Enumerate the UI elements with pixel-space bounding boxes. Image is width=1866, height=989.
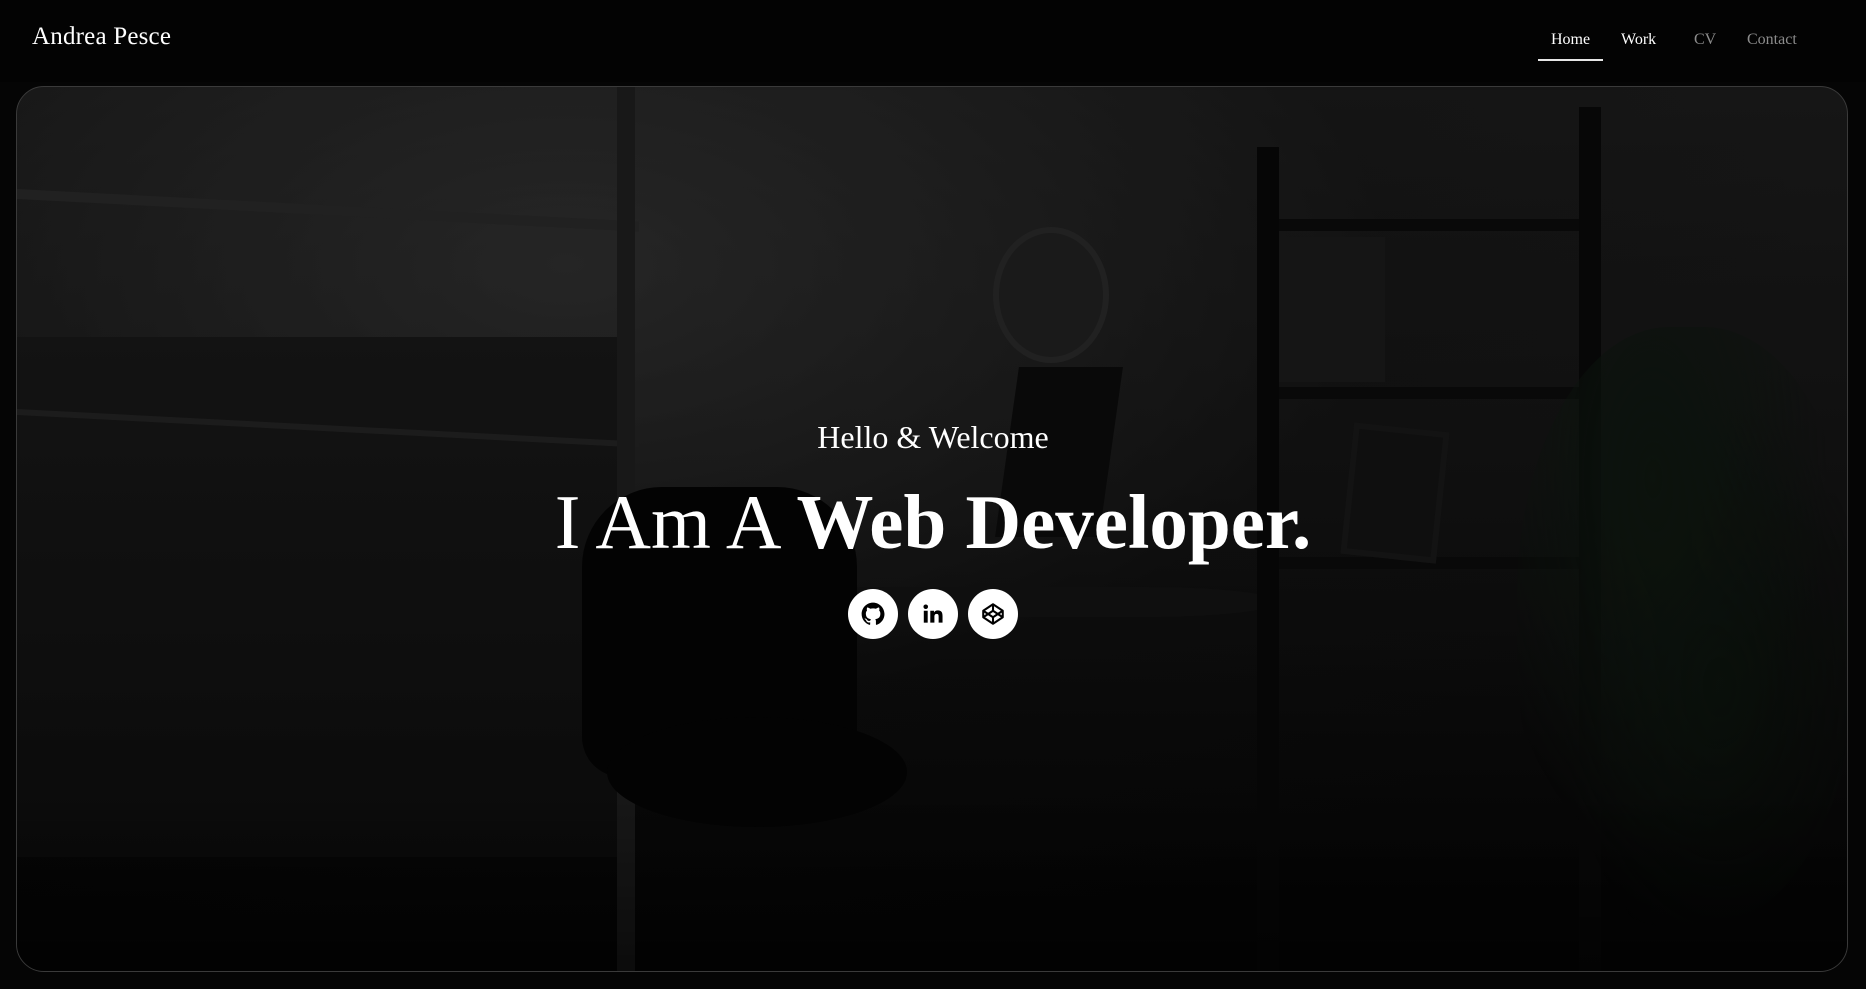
nav-contact[interactable]: Contact: [1747, 28, 1797, 52]
hero-greeting: Hello & Welcome: [817, 419, 1049, 455]
hero-section: Hello & Welcome I Am A Web Developer.: [16, 86, 1848, 972]
main-nav: Home Work CV Contact: [1536, 28, 1866, 62]
hero-headline: I Am A Web Developer.: [17, 477, 1847, 567]
brand-name[interactable]: Andrea Pesce: [32, 22, 171, 52]
codepen-icon: [980, 601, 1006, 627]
github-icon: [860, 601, 886, 627]
headline-role: Web Developer.: [796, 479, 1312, 565]
nav-home[interactable]: Home: [1537, 28, 1604, 61]
linkedin-icon: [920, 601, 946, 627]
headline-intro: I Am A: [554, 479, 778, 565]
codepen-link[interactable]: [968, 589, 1018, 639]
nav-work[interactable]: Work: [1621, 28, 1656, 52]
social-links: [848, 589, 1028, 639]
nav-cv[interactable]: CV: [1694, 28, 1716, 52]
linkedin-link[interactable]: [908, 589, 958, 639]
site-header: Andrea Pesce Home Work CV Contact: [0, 0, 1866, 82]
github-link[interactable]: [848, 589, 898, 639]
hero-content: Hello & Welcome I Am A Web Developer.: [17, 87, 1847, 971]
